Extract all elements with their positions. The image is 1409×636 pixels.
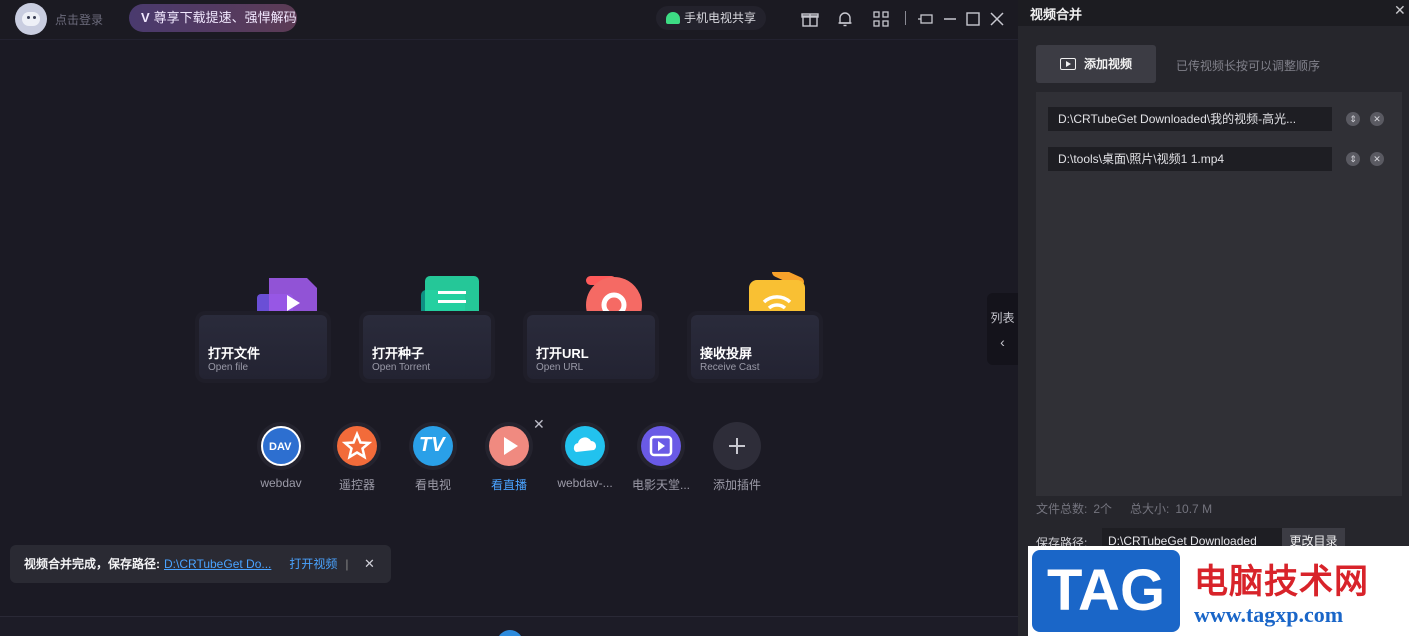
card-title: 打开种子	[372, 346, 425, 361]
android-icon	[666, 12, 680, 24]
toast-message: 视频合并完成，保存路径:	[24, 557, 160, 571]
plugin-add[interactable]: 添加插件	[707, 422, 767, 493]
bell-icon[interactable]	[836, 10, 854, 28]
watermark-site-name: 电脑技术网	[1194, 563, 1369, 601]
avatar-face	[22, 12, 40, 26]
plugin-circle	[713, 422, 761, 470]
movie-play-icon	[641, 426, 681, 466]
toast-separator: |	[345, 557, 349, 571]
video-merge-panel: 视频合并 ✕ 添加视频 已传视频长按可以调整顺序 D:\CRTubeGet Do…	[1018, 0, 1409, 636]
card-subtitle: Open file	[208, 362, 249, 373]
plugin-remote[interactable]: 遥控器	[327, 422, 387, 493]
plugin-webdav[interactable]: DAV webdav	[251, 422, 311, 490]
panel-close-icon[interactable]: ✕	[1394, 2, 1406, 19]
card-title: 打开URL	[536, 346, 589, 361]
plugin-circle	[561, 422, 609, 470]
plugin-circle	[333, 422, 381, 470]
open-torrent-card[interactable]: 打开种子 Open Torrent	[363, 315, 491, 379]
phone-tv-share-button[interactable]: 手机电视共享	[656, 6, 766, 30]
player-main-area: 点击登录 V 尊享下载提速、强悍解码 手机电视共享 打开文件 Open file…	[0, 0, 1018, 636]
playlist-tab-label: 列表	[990, 311, 1015, 325]
plugin-movie-heaven[interactable]: 电影天堂...	[631, 422, 691, 493]
card-subtitle: Open Torrent	[372, 362, 431, 373]
title-bar: 点击登录 V 尊享下载提速、强悍解码 手机电视共享	[0, 0, 1018, 40]
card-subtitle: Open URL	[536, 362, 584, 373]
maximize-icon[interactable]	[964, 10, 982, 28]
plugin-tv[interactable]: TV 看电视	[403, 422, 463, 493]
add-video-label: 添加视频	[1084, 57, 1133, 71]
plugin-circle: TV	[409, 422, 457, 470]
remove-file-icon[interactable]: ✕	[1370, 152, 1384, 166]
merge-file-row[interactable]: D:\tools\桌面\照片\视频1 1.mp4	[1048, 147, 1332, 171]
merge-stats: 文件总数: 2个 总大小: 10.7 M	[1036, 500, 1218, 517]
reorder-hint: 已传视频长按可以调整顺序	[1176, 59, 1321, 73]
add-plugin-icon	[717, 426, 757, 466]
phone-tv-share-label: 手机电视共享	[684, 11, 757, 25]
toast-open-video-link[interactable]: 打开视频	[289, 557, 337, 571]
plugin-label: 添加插件	[712, 478, 761, 492]
minimize-icon[interactable]	[941, 10, 959, 28]
card-subtitle: Receive Cast	[700, 362, 760, 373]
gift-icon[interactable]	[801, 10, 819, 28]
vip-promo-button[interactable]: V 尊享下载提速、强悍解码	[129, 4, 297, 32]
titlebar-separator	[905, 11, 906, 25]
total-size-value: 10.7 M	[1175, 502, 1213, 516]
panel-header: 视频合并 ✕	[1018, 0, 1409, 26]
plugin-webdav-cloud[interactable]: webdav-...	[555, 422, 615, 490]
merge-file-row[interactable]: D:\CRTubeGet Downloaded\我的视频-高光...	[1048, 107, 1332, 131]
file-count-value: 2个	[1093, 502, 1113, 516]
remove-file-icon[interactable]: ✕	[1370, 112, 1384, 126]
cloud-puzzle-icon	[565, 426, 605, 466]
tv-icon-text: TV	[419, 434, 445, 456]
live-play-icon	[489, 426, 529, 466]
tv-icon: TV	[413, 426, 453, 466]
total-size-label: 总大小:	[1130, 502, 1170, 516]
user-avatar[interactable]	[15, 3, 47, 35]
remove-plugin-close-icon[interactable]: ✕	[533, 416, 545, 433]
add-video-button[interactable]: 添加视频	[1036, 45, 1156, 83]
mini-mode-icon[interactable]	[917, 10, 935, 28]
drag-sort-icon[interactable]: ⇕	[1346, 152, 1360, 166]
toast-path-link[interactable]: D:\CRTubeGet Do...	[164, 557, 271, 571]
file-count-label: 文件总数:	[1036, 502, 1088, 516]
tagxp-watermark: TAG 电脑技术网 www.tagxp.com	[1028, 546, 1409, 636]
login-link[interactable]: 点击登录	[55, 11, 103, 28]
receive-cast-card[interactable]: 接收投屏 Receive Cast	[691, 315, 819, 379]
open-file-card[interactable]: 打开文件 Open file	[199, 315, 327, 379]
close-window-icon[interactable]	[988, 10, 1006, 28]
avatar-eye-left	[27, 16, 30, 19]
playlist-toggle-tab[interactable]: 列表 ‹	[987, 293, 1018, 365]
panel-title: 视频合并	[1030, 7, 1083, 22]
webdav-icon-text: DAV	[269, 441, 292, 453]
plugin-label: webdav	[260, 476, 302, 490]
apps-grid-icon[interactable]	[872, 10, 890, 28]
remote-star-icon	[337, 426, 377, 466]
plugin-label: 看直播	[490, 478, 527, 492]
plugin-label: 遥控器	[338, 478, 375, 492]
plugin-label: webdav-...	[557, 476, 613, 490]
open-url-card[interactable]: 打开URL Open URL	[527, 315, 655, 379]
card-title: 接收投屏	[700, 346, 753, 361]
card-title: 打开文件	[208, 346, 261, 361]
chevron-left-icon: ‹	[1000, 334, 1005, 350]
plugin-label: 看电视	[414, 478, 451, 492]
plugin-circle	[485, 422, 533, 470]
vip-v-icon: V	[141, 10, 150, 25]
video-add-icon	[1060, 58, 1076, 70]
avatar-eye-right	[33, 16, 36, 19]
merge-complete-toast: 视频合并完成，保存路径: D:\CRTubeGet Do... 打开视频 | ✕	[10, 545, 391, 583]
watermark-url: www.tagxp.com	[1194, 602, 1344, 627]
toast-close-icon[interactable]: ✕	[364, 545, 375, 583]
plugin-live[interactable]: 看直播	[479, 422, 539, 493]
vip-promo-text: 尊享下载提速、强悍解码	[153, 10, 297, 25]
watermark-tag-logo: TAG	[1032, 550, 1180, 632]
merge-file-list: D:\CRTubeGet Downloaded\我的视频-高光... ⇕ ✕ D…	[1036, 92, 1402, 496]
drag-sort-icon[interactable]: ⇕	[1346, 112, 1360, 126]
webdav-icon: DAV	[261, 426, 301, 466]
plugin-circle: DAV	[257, 422, 305, 470]
plugin-circle	[637, 422, 685, 470]
plugin-label: 电影天堂...	[631, 478, 690, 492]
